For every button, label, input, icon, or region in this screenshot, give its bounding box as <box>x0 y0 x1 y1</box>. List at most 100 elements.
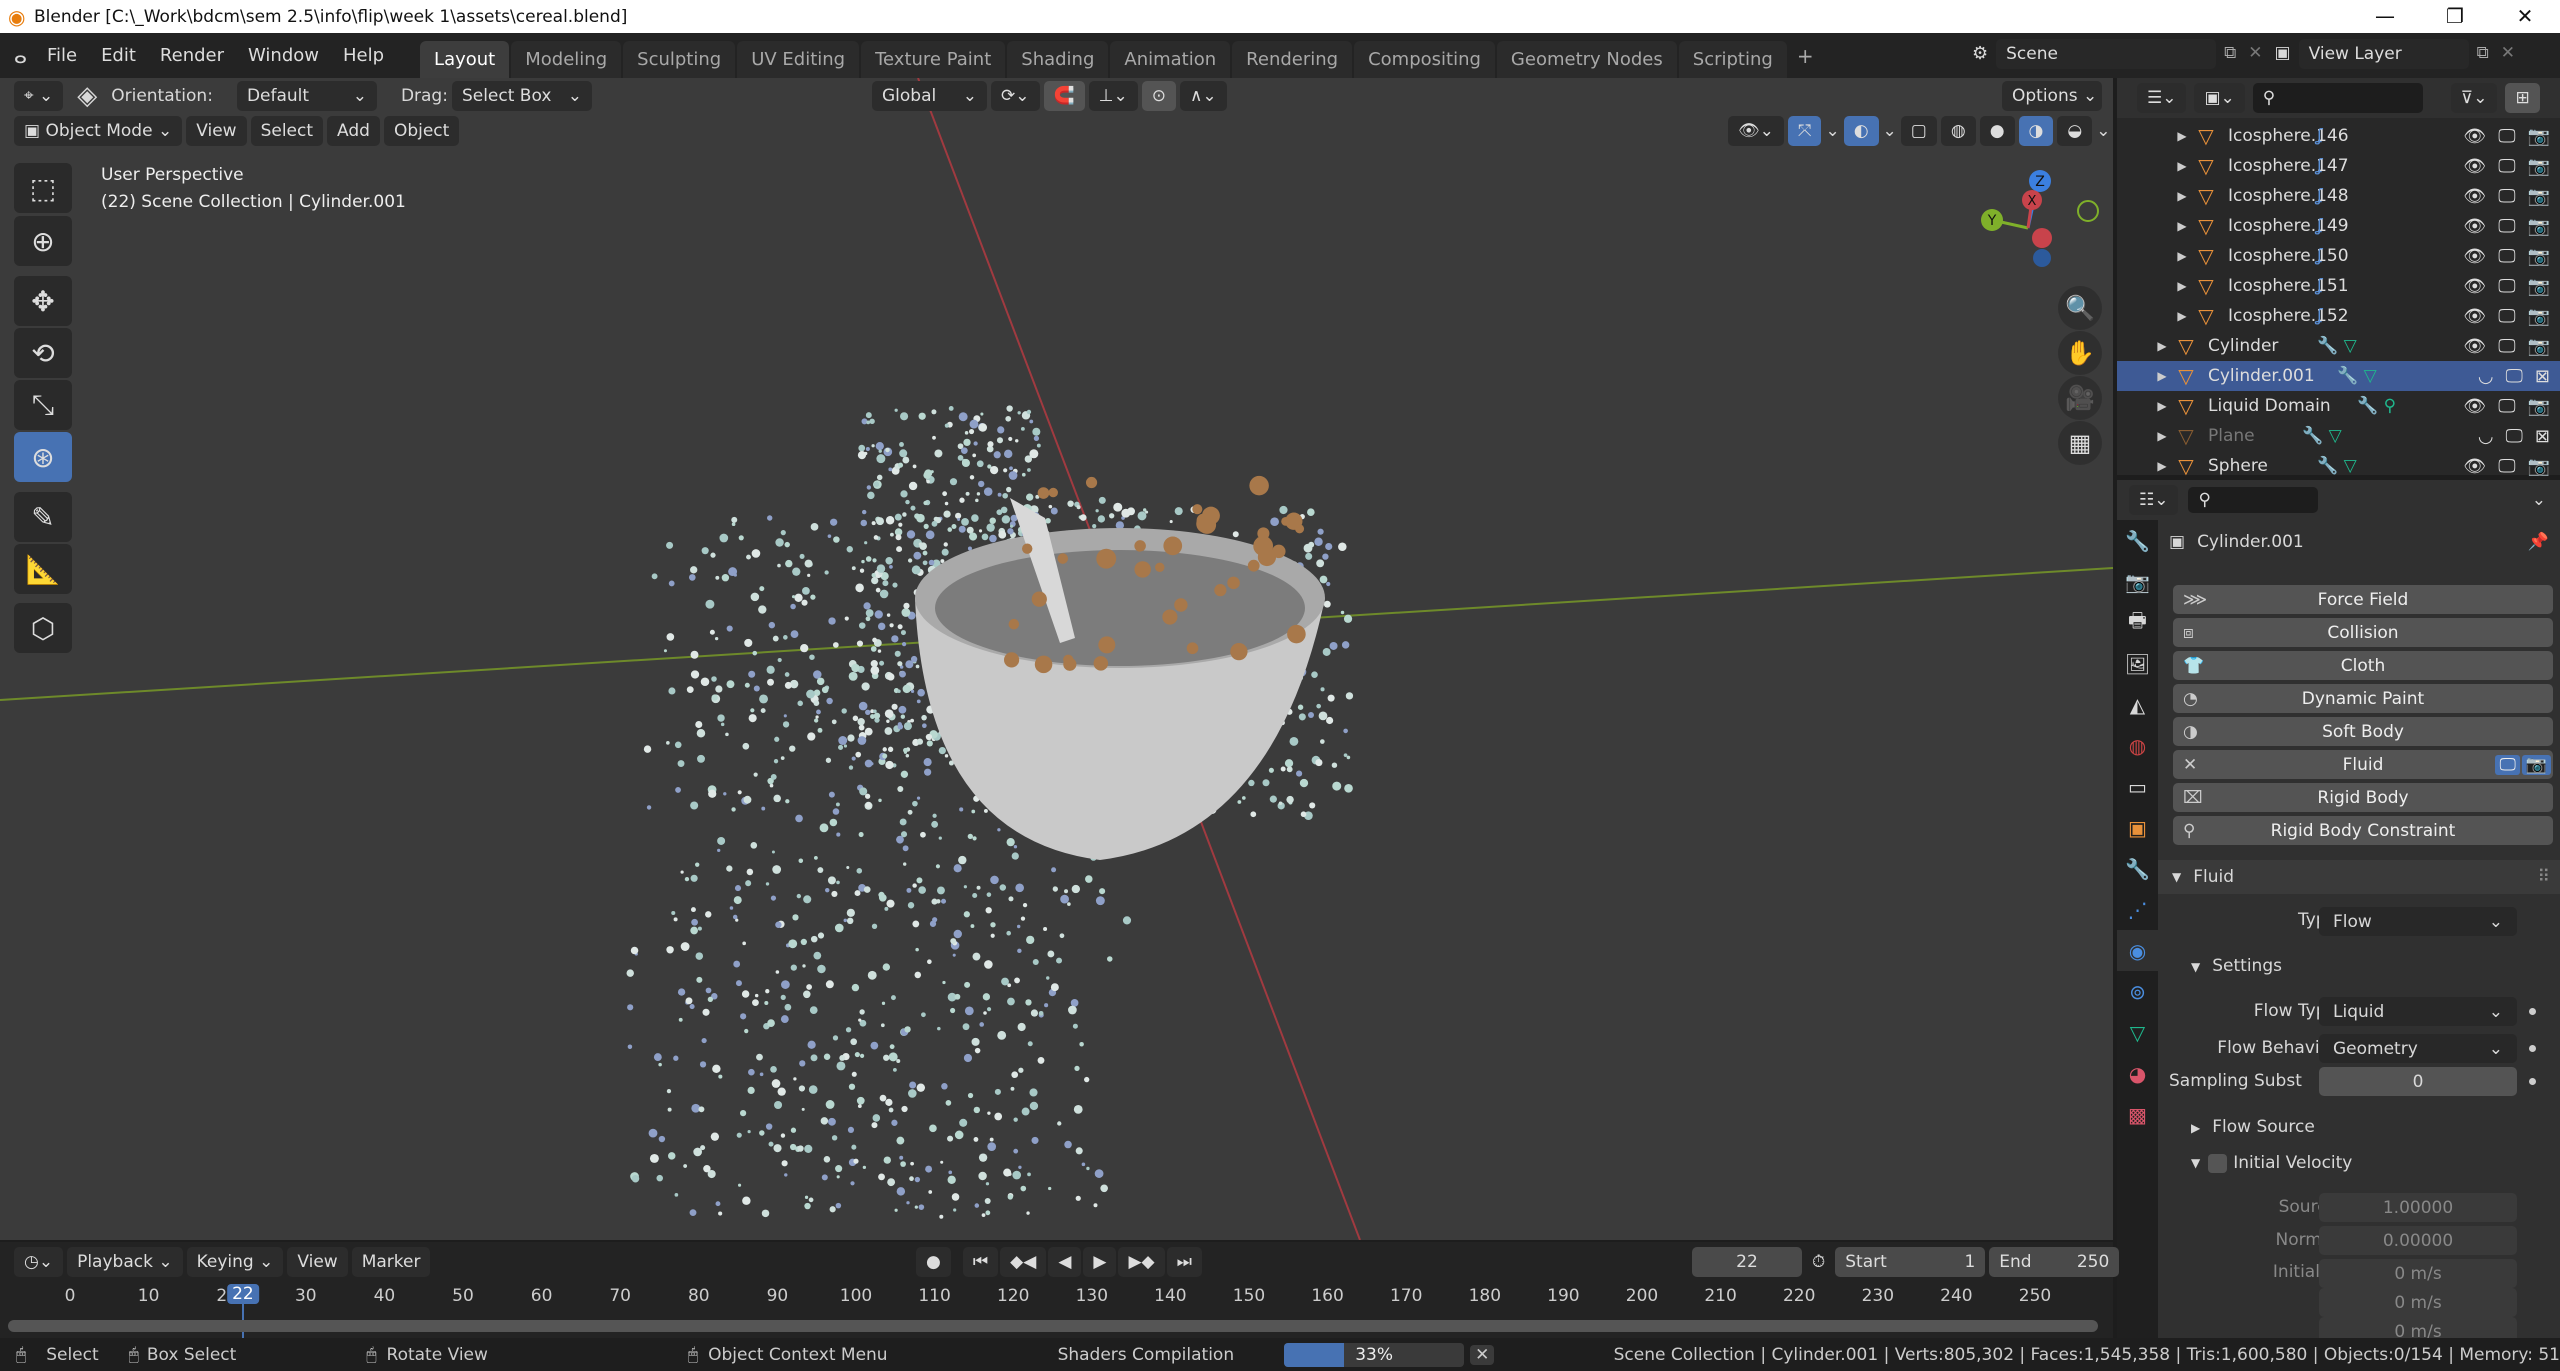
orientation-dropdown[interactable]: Default ⌄ <box>236 81 377 111</box>
monitor-icon[interactable]: 🖵 <box>2498 396 2515 417</box>
object-tab-icon[interactable]: ▣ <box>2117 807 2158 848</box>
expand-icon[interactable]: ▶ <box>2172 219 2192 233</box>
render-tab-icon[interactable]: 📷 <box>2117 561 2158 602</box>
measure-tool[interactable]: 📐 <box>14 544 72 594</box>
tab-modeling[interactable]: Modeling <box>511 41 622 78</box>
filter-layer-dropdown[interactable]: ▣⌄ <box>2194 83 2245 113</box>
expand-icon[interactable]: ▶ <box>2152 429 2172 443</box>
outliner-search[interactable]: ⚲ <box>2252 83 2423 113</box>
remove-view-layer-icon[interactable]: ✕ <box>2497 39 2519 69</box>
flow-type-dropdown[interactable]: Liquid ⌄ <box>2319 997 2517 1026</box>
expand-icon[interactable]: ▶ <box>2152 399 2172 413</box>
filter-dropdown[interactable]: ⊽⌄ <box>2450 83 2498 113</box>
output-tab-icon[interactable]: 🖶 <box>2117 602 2158 643</box>
eye-icon[interactable]: 👁 <box>2463 156 2486 177</box>
add-cube-tool[interactable]: ⬡ <box>14 603 72 653</box>
monitor-icon[interactable]: 🖵 <box>2498 456 2515 477</box>
annotate-tool[interactable]: ✎ <box>14 492 72 542</box>
monitor-icon[interactable]: 🖵 <box>2498 216 2515 237</box>
expand-icon[interactable]: ▶ <box>2172 279 2192 293</box>
tab-layout[interactable]: Layout <box>420 41 510 78</box>
cancel-job-button[interactable]: ✕ <box>1470 1344 1495 1365</box>
navigation-gizmo[interactable]: Z Y X <box>1970 168 2100 278</box>
pan-hand-icon[interactable]: ✋ <box>2058 331 2102 375</box>
physics-collision-button[interactable]: ⧈ Collision <box>2173 618 2553 647</box>
physics-force-field-button[interactable]: ⋙ Force Field <box>2173 585 2553 614</box>
camera-render-icon[interactable]: 📷 <box>2528 306 2550 327</box>
mode-dropdown[interactable]: ▣ Object Mode ⌄ <box>14 116 183 146</box>
tab-scripting[interactable]: Scripting <box>1678 41 1787 78</box>
monitor-icon[interactable]: 🖵 <box>2498 306 2515 327</box>
tab-sculpting[interactable]: Sculpting <box>623 41 736 78</box>
tab-shading[interactable]: Shading <box>1007 41 1109 78</box>
material-tab-icon[interactable]: ◕ <box>2117 1053 2158 1094</box>
expand-icon[interactable]: ▶ <box>2172 249 2192 263</box>
render-toggle-icon[interactable]: 📷 <box>2521 754 2551 775</box>
view-menu[interactable]: View <box>186 116 247 146</box>
perspective-grid-icon[interactable]: ▦ <box>2058 421 2102 465</box>
physics-rigid-body-button[interactable]: ⌧ Rigid Body <box>2173 783 2553 812</box>
playhead-frame[interactable]: 22 <box>227 1284 259 1304</box>
properties-search[interactable]: ⚲ <box>2188 487 2319 513</box>
eye-closed-icon[interactable]: ◡ <box>2478 366 2494 387</box>
camera-render-icon[interactable]: 📷 <box>2528 276 2550 297</box>
tab-texture-paint[interactable]: Texture Paint <box>861 41 1006 78</box>
falloff-dropdown[interactable]: ∧⌄ <box>1179 81 1227 111</box>
outliner-row[interactable]: ▶ ▽ Cylinder 🔧 ▽ 👁 🖵 📷 <box>2117 331 2560 361</box>
transform-tool[interactable]: ⊛ <box>14 432 72 482</box>
tab-uv-editing[interactable]: UV Editing <box>737 41 860 78</box>
drag-dropdown[interactable]: Select Box ⌄ <box>451 81 592 111</box>
camera-render-icon[interactable]: 📷 <box>2528 216 2550 237</box>
physics-dynamic-paint-button[interactable]: ◔ Dynamic Paint <box>2173 684 2553 713</box>
type-dropdown[interactable]: Flow ⌄ <box>2319 907 2517 936</box>
texture-tab-icon[interactable]: ▩ <box>2117 1094 2158 1135</box>
xray-toggle[interactable]: ▢ <box>1900 116 1937 146</box>
eye-icon[interactable]: 👁 <box>2463 456 2486 477</box>
pivot-dropdown[interactable]: ⌖ ⌄ <box>14 81 64 111</box>
initial-velocity-checkbox[interactable] <box>2208 1153 2228 1173</box>
3d-viewport[interactable]: ⌖ ⌄ ◈ Orientation: Default ⌄ Drag: Select… <box>0 78 2113 1240</box>
outliner-row[interactable]: ▶ ▽ Icosphere.151 ʆ 👁 🖵 📷 <box>2117 271 2560 301</box>
source-field[interactable]: 1.00000 <box>2319 1193 2517 1222</box>
display-mode-dropdown[interactable]: ☰⌄ <box>2137 83 2187 113</box>
gizmo-toggle[interactable]: ⤧ <box>1787 116 1822 146</box>
editor-type-dropdown[interactable]: ☷⌄ <box>2129 485 2179 515</box>
constraints-tab-icon[interactable]: ⊚ <box>2117 971 2158 1012</box>
header-options-icon[interactable]: ⌄ <box>2532 490 2546 510</box>
camera-render-icon[interactable]: 📷 <box>2528 396 2550 417</box>
flow-source-subpanel[interactable]: ▶ Flow Source <box>2191 1117 2315 1137</box>
monitor-icon[interactable]: 🖵 <box>2498 126 2515 147</box>
scene-tab-icon[interactable]: ◭ <box>2117 684 2158 725</box>
eye-closed-icon[interactable]: ◡ <box>2478 426 2494 447</box>
monitor-icon[interactable]: 🖵 <box>2506 366 2523 387</box>
visibility-dropdown[interactable]: 👁⌄ <box>1728 116 1784 146</box>
data-tab-icon[interactable]: ▽ <box>2117 1012 2158 1053</box>
new-collection-button[interactable]: ⊞ <box>2505 83 2540 113</box>
eye-icon[interactable]: 👁 <box>2463 186 2486 207</box>
rendered-shading[interactable]: ◒ <box>2057 116 2093 146</box>
expand-icon[interactable]: ▶ <box>2152 339 2172 353</box>
modifier-tab-icon[interactable]: 🔧 <box>2117 848 2158 889</box>
rotate-tool[interactable]: ⟲ <box>14 328 72 378</box>
outliner-row[interactable]: ▶ ▽ Icosphere.152 ʆ 👁 🖵 📷 <box>2117 301 2560 331</box>
sampling-field[interactable]: 0 <box>2319 1067 2517 1096</box>
menu-render[interactable]: Render <box>148 45 236 66</box>
menu-edit[interactable]: Edit <box>89 45 148 66</box>
outliner-row[interactable]: ▶ ▽ Icosphere.146 ʆ 👁 🖵 📷 <box>2117 121 2560 151</box>
move-tool[interactable]: ✥ <box>14 276 72 326</box>
solid-shading[interactable]: ● <box>1979 116 2015 146</box>
normal-field[interactable]: 0.00000 <box>2319 1226 2517 1255</box>
transform-orientation-dropdown[interactable]: Global ⌄ <box>872 81 987 111</box>
camera-render-icon[interactable]: ⊠ <box>2535 426 2550 447</box>
outliner-row[interactable]: ▶ ▽ Icosphere.149 ʆ 👁 🖵 📷 <box>2117 211 2560 241</box>
blender-menu-icon[interactable]: ⴰ <box>14 44 27 68</box>
proportional-edit-toggle[interactable]: ⊙ <box>1141 81 1176 111</box>
close-button[interactable]: ✕ <box>2490 0 2560 33</box>
fluid-panel-header[interactable]: ▼ Fluid ⠿ <box>2158 860 2560 894</box>
eye-icon[interactable]: 👁 <box>2463 246 2486 267</box>
camera-render-icon[interactable]: 📷 <box>2528 156 2550 177</box>
snap-target-dropdown[interactable]: ⊥⌄ <box>1088 81 1138 111</box>
keyframe-dot[interactable] <box>2529 1008 2536 1015</box>
monitor-icon[interactable]: 🖵 <box>2506 426 2523 447</box>
new-view-layer-icon[interactable]: ⧉ <box>2473 39 2493 69</box>
